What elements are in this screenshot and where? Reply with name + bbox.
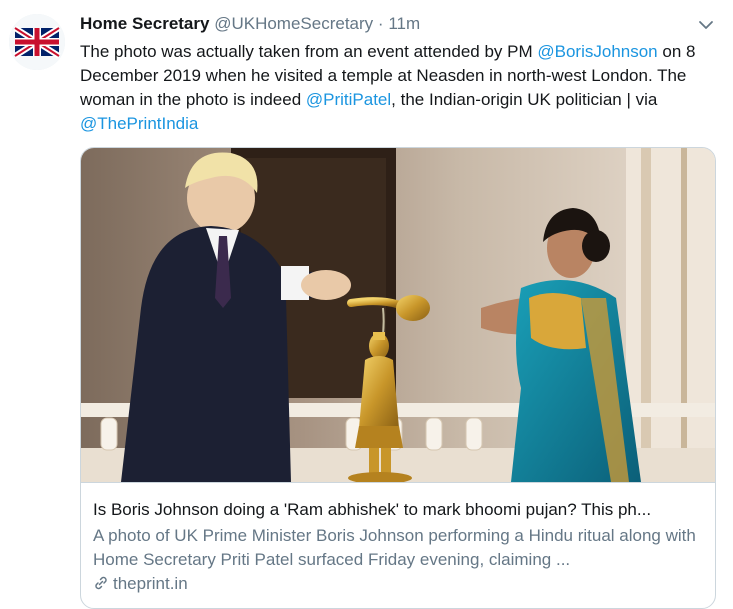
card-body[interactable]: Is Boris Johnson doing a 'Ram abhishek' … [81,482,715,608]
card-description: A photo of UK Prime Minister Boris Johns… [93,526,696,569]
mention-theprintindia[interactable]: @ThePrintIndia [80,114,198,133]
card-photo[interactable] [81,148,715,482]
union-jack-icon [9,14,65,70]
link-card[interactable]: Is Boris Johnson doing a 'Ram abhishek' … [80,147,716,609]
mention-boris-johnson[interactable]: @BorisJohnson [537,42,657,61]
card-domain-text: theprint.in [113,574,188,593]
author-name[interactable]: Home Secretary [80,14,209,33]
mention-priti-patel[interactable]: @PritiPatel [306,90,391,109]
tweet-header: Home Secretary @UKHomeSecretary · 11m [80,13,713,37]
author-handle[interactable]: @UKHomeSecretary [214,14,373,33]
link-icon [95,576,107,590]
tweet-text: The photo was actually taken from an eve… [80,40,720,136]
tweet-text-part: The photo was actually taken from an eve… [80,42,538,61]
card-title: Is Boris Johnson doing a 'Ram abhishek' … [93,500,652,519]
separator: · [377,14,384,33]
avatar[interactable] [9,14,65,70]
tweet-text-part: , the Indian-origin UK politician | via [391,90,658,109]
card-domain: theprint.in [93,573,188,595]
chevron-down-icon [699,21,713,29]
tweet-menu-button[interactable] [697,16,715,34]
timestamp[interactable]: 11m [388,14,420,33]
